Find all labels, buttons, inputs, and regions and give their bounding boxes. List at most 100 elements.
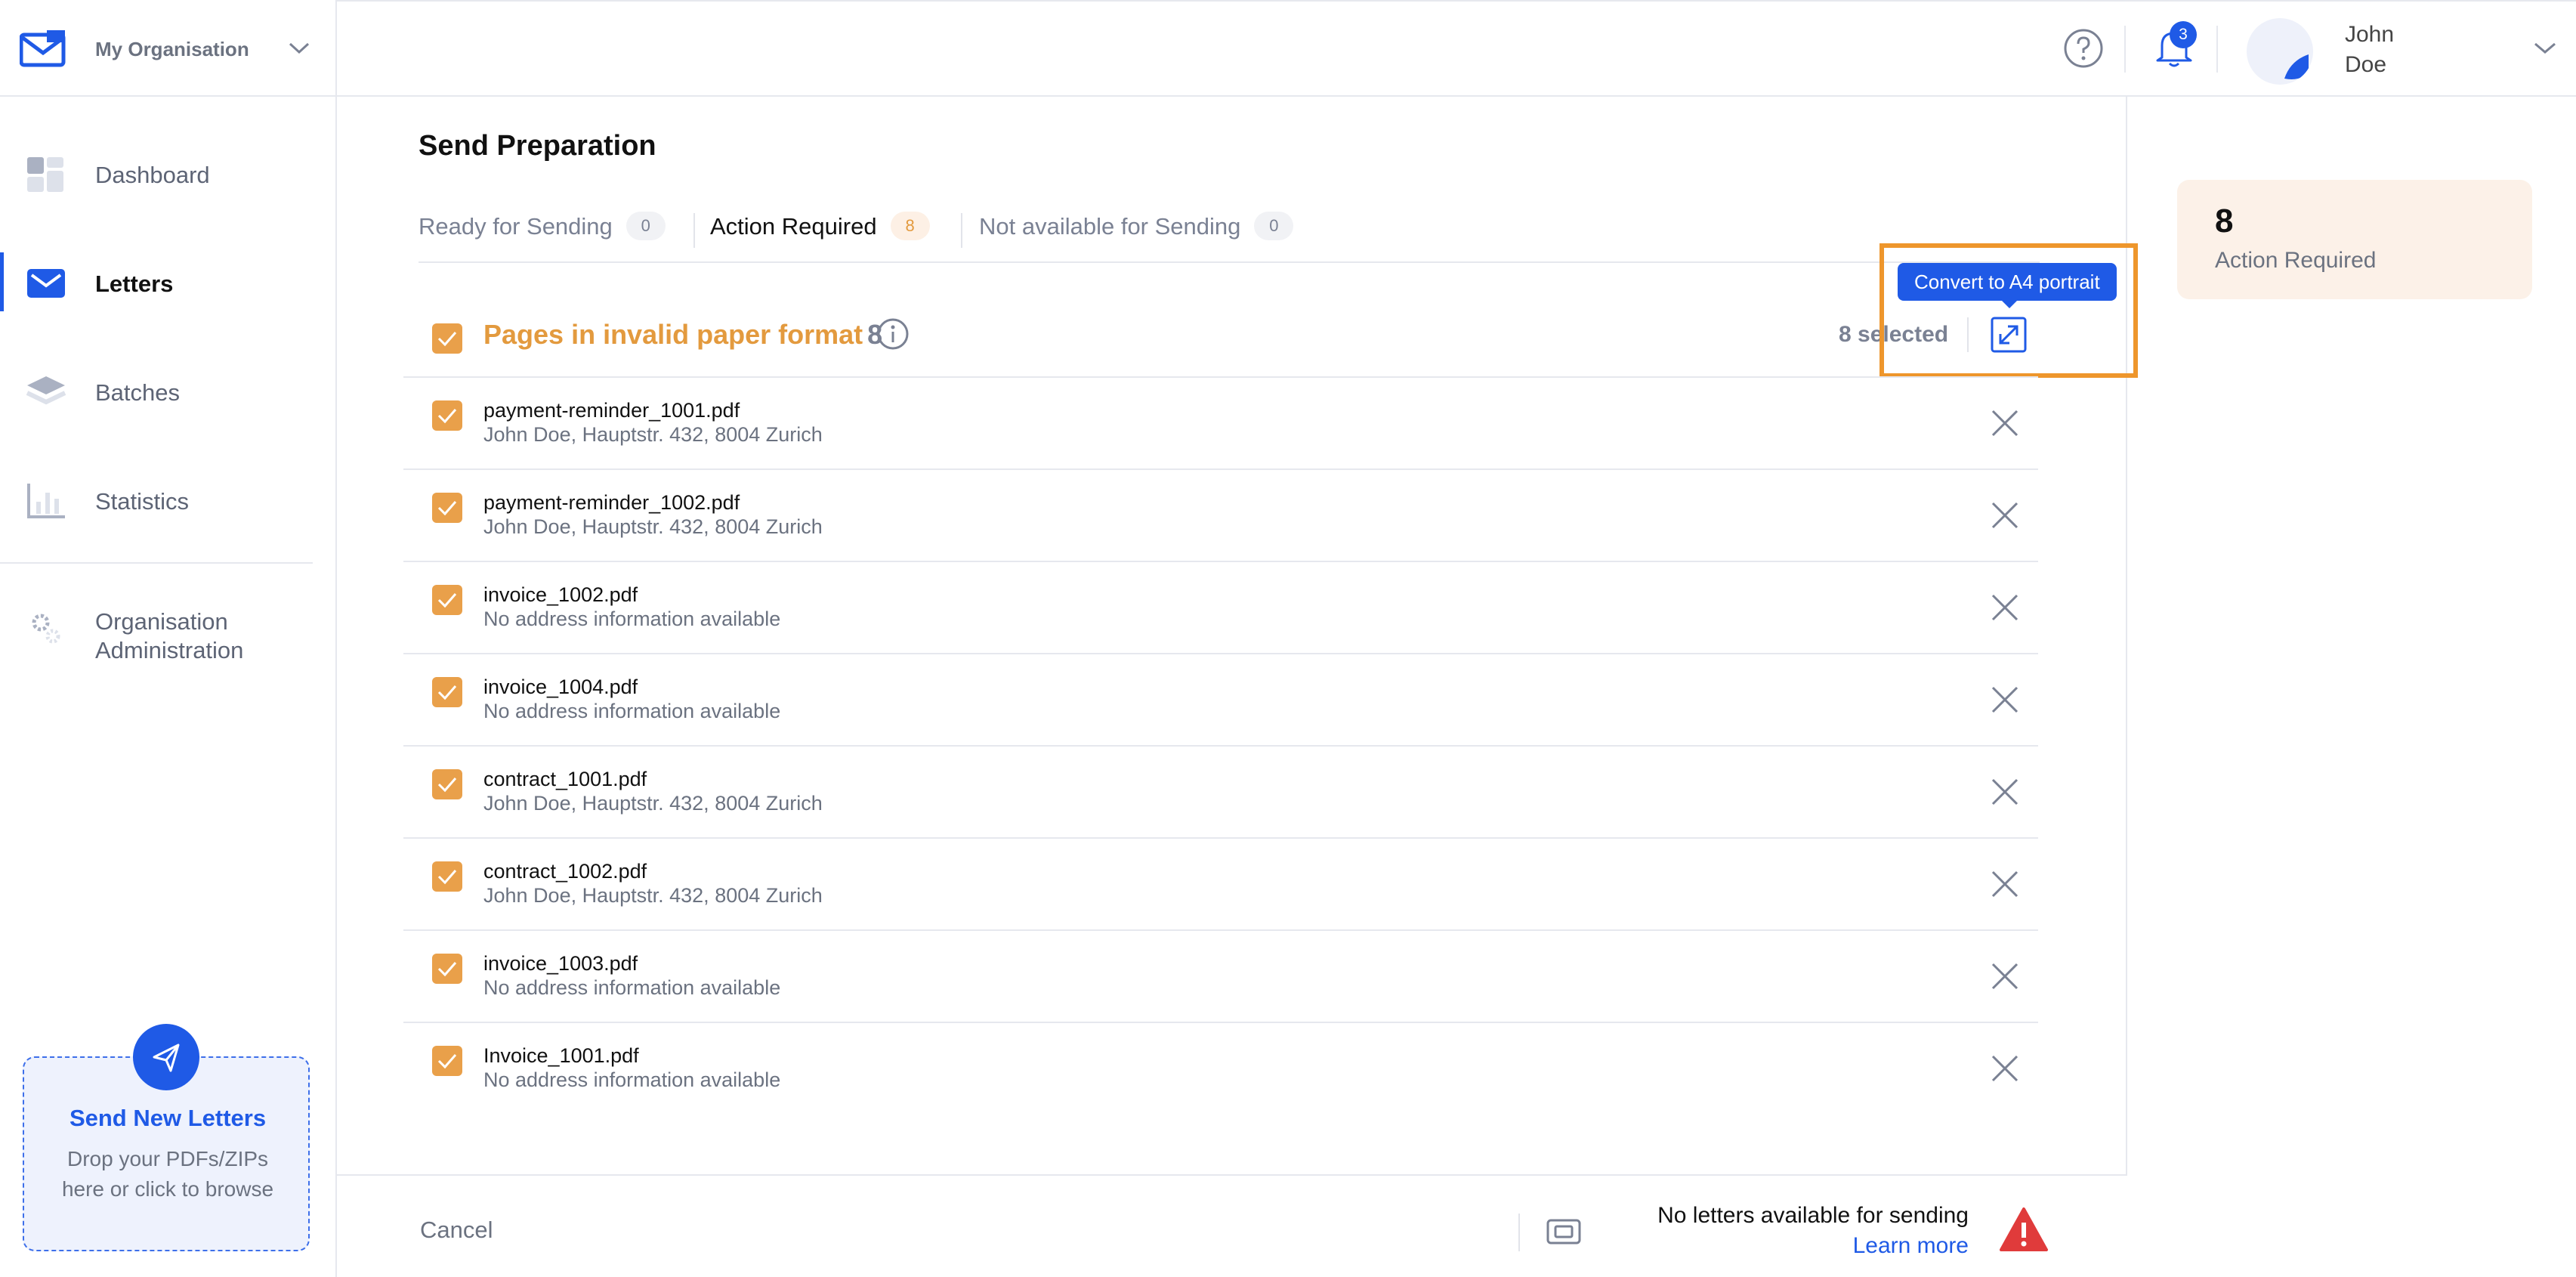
sidebar-item-label: Letters bbox=[95, 271, 174, 297]
chevron-down-icon[interactable] bbox=[2534, 42, 2556, 54]
file-name: payment-reminder_1001.pdf bbox=[483, 399, 740, 422]
tab-separator bbox=[961, 213, 962, 248]
notification-badge: 3 bbox=[2170, 21, 2197, 48]
tab-label: Action Required bbox=[710, 213, 877, 240]
file-address: John Doe, Hauptstr. 432, 8004 Zurich bbox=[483, 884, 823, 907]
help-icon[interactable] bbox=[2062, 27, 2105, 70]
info-icon[interactable] bbox=[876, 317, 910, 351]
sidebar-item-label: Organisation Administration bbox=[95, 608, 244, 663]
paper-plane-icon bbox=[153, 1044, 180, 1072]
file-address: John Doe, Hauptstr. 432, 8004 Zurich bbox=[483, 515, 823, 538]
row-checkbox[interactable] bbox=[432, 400, 462, 431]
sidebar-item-batches[interactable]: Batches bbox=[0, 357, 337, 425]
row-checkbox[interactable] bbox=[432, 861, 462, 892]
avatar[interactable] bbox=[2247, 18, 2313, 85]
user-first-name: John bbox=[2345, 22, 2395, 47]
close-icon[interactable] bbox=[1990, 592, 2020, 623]
dropzone-subtitle: Drop your PDFs/ZIPs here or click to bro… bbox=[61, 1147, 274, 1201]
list-item[interactable]: contract_1002.pdf John Doe, Hauptstr. 43… bbox=[403, 839, 2038, 931]
org-switcher[interactable]: My Organisation bbox=[0, 0, 337, 97]
file-address: John Doe, Hauptstr. 432, 8004 Zurich bbox=[483, 792, 823, 815]
group-title-text: Pages in invalid paper format bbox=[483, 319, 863, 350]
file-name: contract_1002.pdf bbox=[483, 860, 647, 883]
summary-card: 8 Action Required bbox=[2177, 180, 2532, 299]
file-name: invoice_1002.pdf bbox=[483, 583, 638, 606]
footer-message: No letters available for sending bbox=[1657, 1203, 1969, 1228]
tab-separator bbox=[693, 213, 695, 248]
card-preview-icon[interactable] bbox=[1546, 1218, 1582, 1245]
sidebar-divider bbox=[0, 562, 313, 564]
checkmark-icon bbox=[437, 778, 457, 793]
sidebar-item-label: Batches bbox=[95, 379, 181, 406]
sidebar-item-statistics[interactable]: Statistics bbox=[0, 465, 337, 533]
footer-bar: Cancel No letters available for sending … bbox=[337, 1174, 2127, 1277]
file-name: payment-reminder_1002.pdf bbox=[483, 491, 740, 514]
close-icon[interactable] bbox=[1990, 869, 2020, 899]
sidebar: My Organisation Dashboard Letters Batche… bbox=[0, 0, 337, 1277]
group-title: Pages in invalid paper format 8 bbox=[483, 319, 882, 351]
sidebar-item-dashboard[interactable]: Dashboard bbox=[0, 139, 337, 207]
file-address: No address information available bbox=[483, 976, 781, 999]
sidebar-item-label: Statistics bbox=[95, 488, 190, 515]
file-name: Invoice_1001.pdf bbox=[483, 1044, 639, 1067]
close-icon[interactable] bbox=[1990, 777, 2020, 807]
file-address: No address information available bbox=[483, 1068, 781, 1091]
tabs-underline bbox=[419, 261, 2040, 263]
gears-icon bbox=[32, 614, 60, 644]
row-checkbox[interactable] bbox=[432, 493, 462, 523]
warning-icon bbox=[2000, 1207, 2048, 1251]
tab-action-required[interactable]: Action Required 8 bbox=[710, 212, 930, 249]
list-item[interactable]: Invoice_1001.pdf No address information … bbox=[403, 1023, 2038, 1115]
bar-chart-icon bbox=[27, 484, 65, 518]
row-checkbox[interactable] bbox=[432, 585, 462, 615]
list-item[interactable]: contract_1001.pdf John Doe, Hauptstr. 43… bbox=[403, 747, 2038, 839]
sidebar-item-organisation-administration[interactable]: Organisation Administration bbox=[0, 592, 337, 663]
tab-count-badge: 0 bbox=[1254, 212, 1294, 240]
list-item[interactable]: payment-reminder_1002.pdf John Doe, Haup… bbox=[403, 470, 2038, 562]
tab-not-available-for-sending[interactable]: Not available for Sending 0 bbox=[979, 212, 1294, 249]
checkmark-icon bbox=[437, 501, 457, 516]
tab-label: Ready for Sending bbox=[419, 213, 613, 240]
close-icon[interactable] bbox=[1990, 1053, 2020, 1084]
footer-separator bbox=[1518, 1214, 1520, 1251]
summary-label: Action Required bbox=[2215, 248, 2377, 273]
checkmark-icon bbox=[437, 685, 457, 700]
learn-more-link[interactable]: Learn more bbox=[1853, 1233, 1969, 1259]
list-item[interactable]: invoice_1003.pdf No address information … bbox=[403, 931, 2038, 1023]
checkmark-icon bbox=[437, 593, 457, 608]
close-icon[interactable] bbox=[1990, 685, 2020, 715]
summary-count: 8 bbox=[2215, 203, 2234, 240]
topbar-divider bbox=[2216, 26, 2218, 73]
cancel-button[interactable]: Cancel bbox=[420, 1217, 493, 1244]
row-checkbox[interactable] bbox=[432, 1046, 462, 1076]
convert-tooltip: Convert to A4 portrait bbox=[1898, 263, 2117, 308]
tab-count-badge: 8 bbox=[890, 212, 930, 240]
file-name: invoice_1003.pdf bbox=[483, 952, 638, 975]
checkmark-icon bbox=[437, 409, 457, 424]
list-item[interactable]: invoice_1004.pdf No address information … bbox=[403, 654, 2038, 747]
list-item[interactable]: payment-reminder_1001.pdf John Doe, Haup… bbox=[403, 378, 2038, 470]
send-button[interactable] bbox=[133, 1024, 199, 1090]
row-checkbox[interactable] bbox=[432, 769, 462, 799]
file-name: invoice_1004.pdf bbox=[483, 676, 638, 698]
avatar-graphic-icon bbox=[2284, 54, 2309, 79]
file-address: No address information available bbox=[483, 608, 781, 630]
file-name: contract_1001.pdf bbox=[483, 768, 647, 790]
file-address: No address information available bbox=[483, 700, 781, 722]
layers-icon bbox=[26, 376, 66, 405]
sidebar-item-label: Dashboard bbox=[95, 162, 210, 188]
user-name[interactable]: John Doe bbox=[2345, 20, 2394, 80]
row-checkbox[interactable] bbox=[432, 677, 462, 707]
topbar-divider bbox=[2124, 26, 2126, 73]
tab-ready-for-sending[interactable]: Ready for Sending 0 bbox=[419, 212, 666, 249]
dropzone-title: Send New Letters bbox=[69, 1105, 267, 1131]
close-icon[interactable] bbox=[1990, 961, 2020, 991]
row-checkbox[interactable] bbox=[432, 954, 462, 984]
close-icon[interactable] bbox=[1990, 500, 2020, 530]
sidebar-item-letters[interactable]: Letters bbox=[0, 248, 337, 316]
tab-count-badge: 0 bbox=[625, 212, 666, 240]
select-all-checkbox[interactable] bbox=[432, 323, 462, 354]
list-item[interactable]: invoice_1002.pdf No address information … bbox=[403, 562, 2038, 654]
chevron-down-icon bbox=[289, 42, 310, 54]
close-icon[interactable] bbox=[1990, 408, 2020, 438]
